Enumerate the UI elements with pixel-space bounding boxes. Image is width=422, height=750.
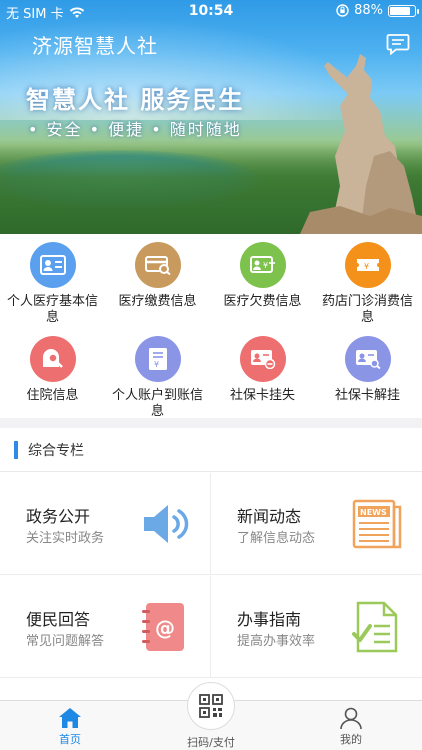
payment-card-icon	[134, 242, 181, 288]
card-unlock-icon	[344, 336, 391, 382]
message-icon[interactable]	[386, 32, 410, 56]
card-title: 新闻动态	[237, 507, 302, 526]
card-service-guide[interactable]: 办事指南 提高办事效率	[211, 576, 422, 678]
tab-label: 首页	[59, 733, 81, 746]
hospital-search-icon	[29, 336, 76, 382]
banner[interactable]: 无 SIM 卡 10:54 88% 济源智慧人社 智慧人社 服务民生 • 安全 …	[0, 0, 422, 234]
service-label: 住院信息	[26, 388, 79, 403]
service-label: 个人账户到账信息	[111, 388, 203, 419]
service-pharmacy-outpatient[interactable]: ¥ 药店门诊消费信息	[315, 242, 420, 326]
service-account-arrival[interactable]: ¥ 个人账户到账信息	[105, 336, 210, 420]
card-subtitle: 关注实时政务	[26, 531, 105, 546]
service-card-unlock[interactable]: 社保卡解挂	[315, 336, 420, 404]
service-grid: 个人医疗基本信息 医疗缴费信息 ¥ 医疗欠费信息 ¥ 药店门诊消费信息 住院信息…	[0, 234, 422, 420]
banner-slogan: 智慧人社 服务民生	[26, 86, 245, 114]
scan-pay-button[interactable]	[187, 682, 235, 730]
service-label: 社保卡挂失	[229, 388, 295, 403]
service-label: 医疗缴费信息	[118, 294, 197, 309]
status-bar: 无 SIM 卡 10:54 88%	[0, 0, 422, 22]
tab-home[interactable]: 首页	[20, 701, 120, 750]
card-lost-icon	[239, 336, 286, 382]
home-icon	[59, 708, 81, 728]
card-title: 政务公开	[26, 507, 91, 526]
card-subtitle: 常见问题解答	[26, 634, 105, 649]
battery-icon	[388, 4, 419, 17]
banner-tagline: • 安全 • 便捷 • 随时随地	[28, 120, 242, 139]
section-header: 综合专栏	[0, 428, 422, 472]
user-icon	[340, 707, 362, 730]
svg-text:¥: ¥	[154, 360, 159, 369]
tab-label: 我的	[340, 733, 362, 746]
svg-text:¥: ¥	[364, 262, 369, 271]
card-title: 办事指南	[237, 610, 302, 629]
battery-percent: 88%	[354, 3, 383, 18]
address-book-icon: @	[142, 603, 184, 651]
ticket-icon: ¥	[344, 242, 391, 288]
service-hospitalization[interactable]: 住院信息	[0, 336, 105, 404]
card-government-affairs[interactable]: 政务公开 关注实时政务	[0, 473, 211, 575]
qr-code-icon	[199, 694, 223, 718]
speaker-icon	[144, 505, 189, 543]
checklist-document-icon	[352, 601, 398, 653]
section-title: 综合专栏	[28, 442, 84, 459]
service-card-lost[interactable]: 社保卡挂失	[210, 336, 315, 404]
id-card-icon	[29, 242, 76, 288]
service-label: 医疗欠费信息	[223, 294, 302, 309]
svg-text:NEWS: NEWS	[360, 508, 387, 517]
service-medical-basic[interactable]: 个人医疗基本信息	[0, 242, 105, 326]
card-subtitle: 提高办事效率	[237, 634, 316, 649]
tab-mine[interactable]: 我的	[301, 701, 401, 750]
card-news[interactable]: 新闻动态 了解信息动态 NEWS	[211, 473, 422, 575]
app-title: 济源智慧人社	[32, 34, 158, 58]
scan-pay-label[interactable]: 扫码/支付	[161, 734, 261, 750]
arrears-card-icon: ¥	[239, 242, 286, 288]
featured-section: 综合专栏 政务公开 关注实时政务 新闻动态 了解信息动态 NEWS 便民回答 常…	[0, 428, 422, 700]
card-title: 便民回答	[26, 610, 91, 629]
account-document-icon: ¥	[134, 336, 181, 382]
svg-text:¥: ¥	[263, 261, 268, 270]
orientation-lock-icon	[336, 4, 349, 17]
service-label: 个人医疗基本信息	[6, 294, 98, 325]
service-medical-arrears[interactable]: ¥ 医疗欠费信息	[210, 242, 315, 310]
news-icon: NEWS	[352, 499, 402, 549]
card-subtitle: 了解信息动态	[237, 531, 316, 546]
svg-text:@: @	[155, 616, 175, 640]
card-faq[interactable]: 便民回答 常见问题解答 @	[0, 576, 211, 678]
service-label: 药店门诊消费信息	[321, 294, 413, 325]
section-accent-bar	[14, 440, 18, 459]
service-medical-payment[interactable]: 医疗缴费信息	[105, 242, 210, 310]
service-label: 社保卡解挂	[334, 388, 400, 403]
statue-image	[300, 54, 422, 234]
